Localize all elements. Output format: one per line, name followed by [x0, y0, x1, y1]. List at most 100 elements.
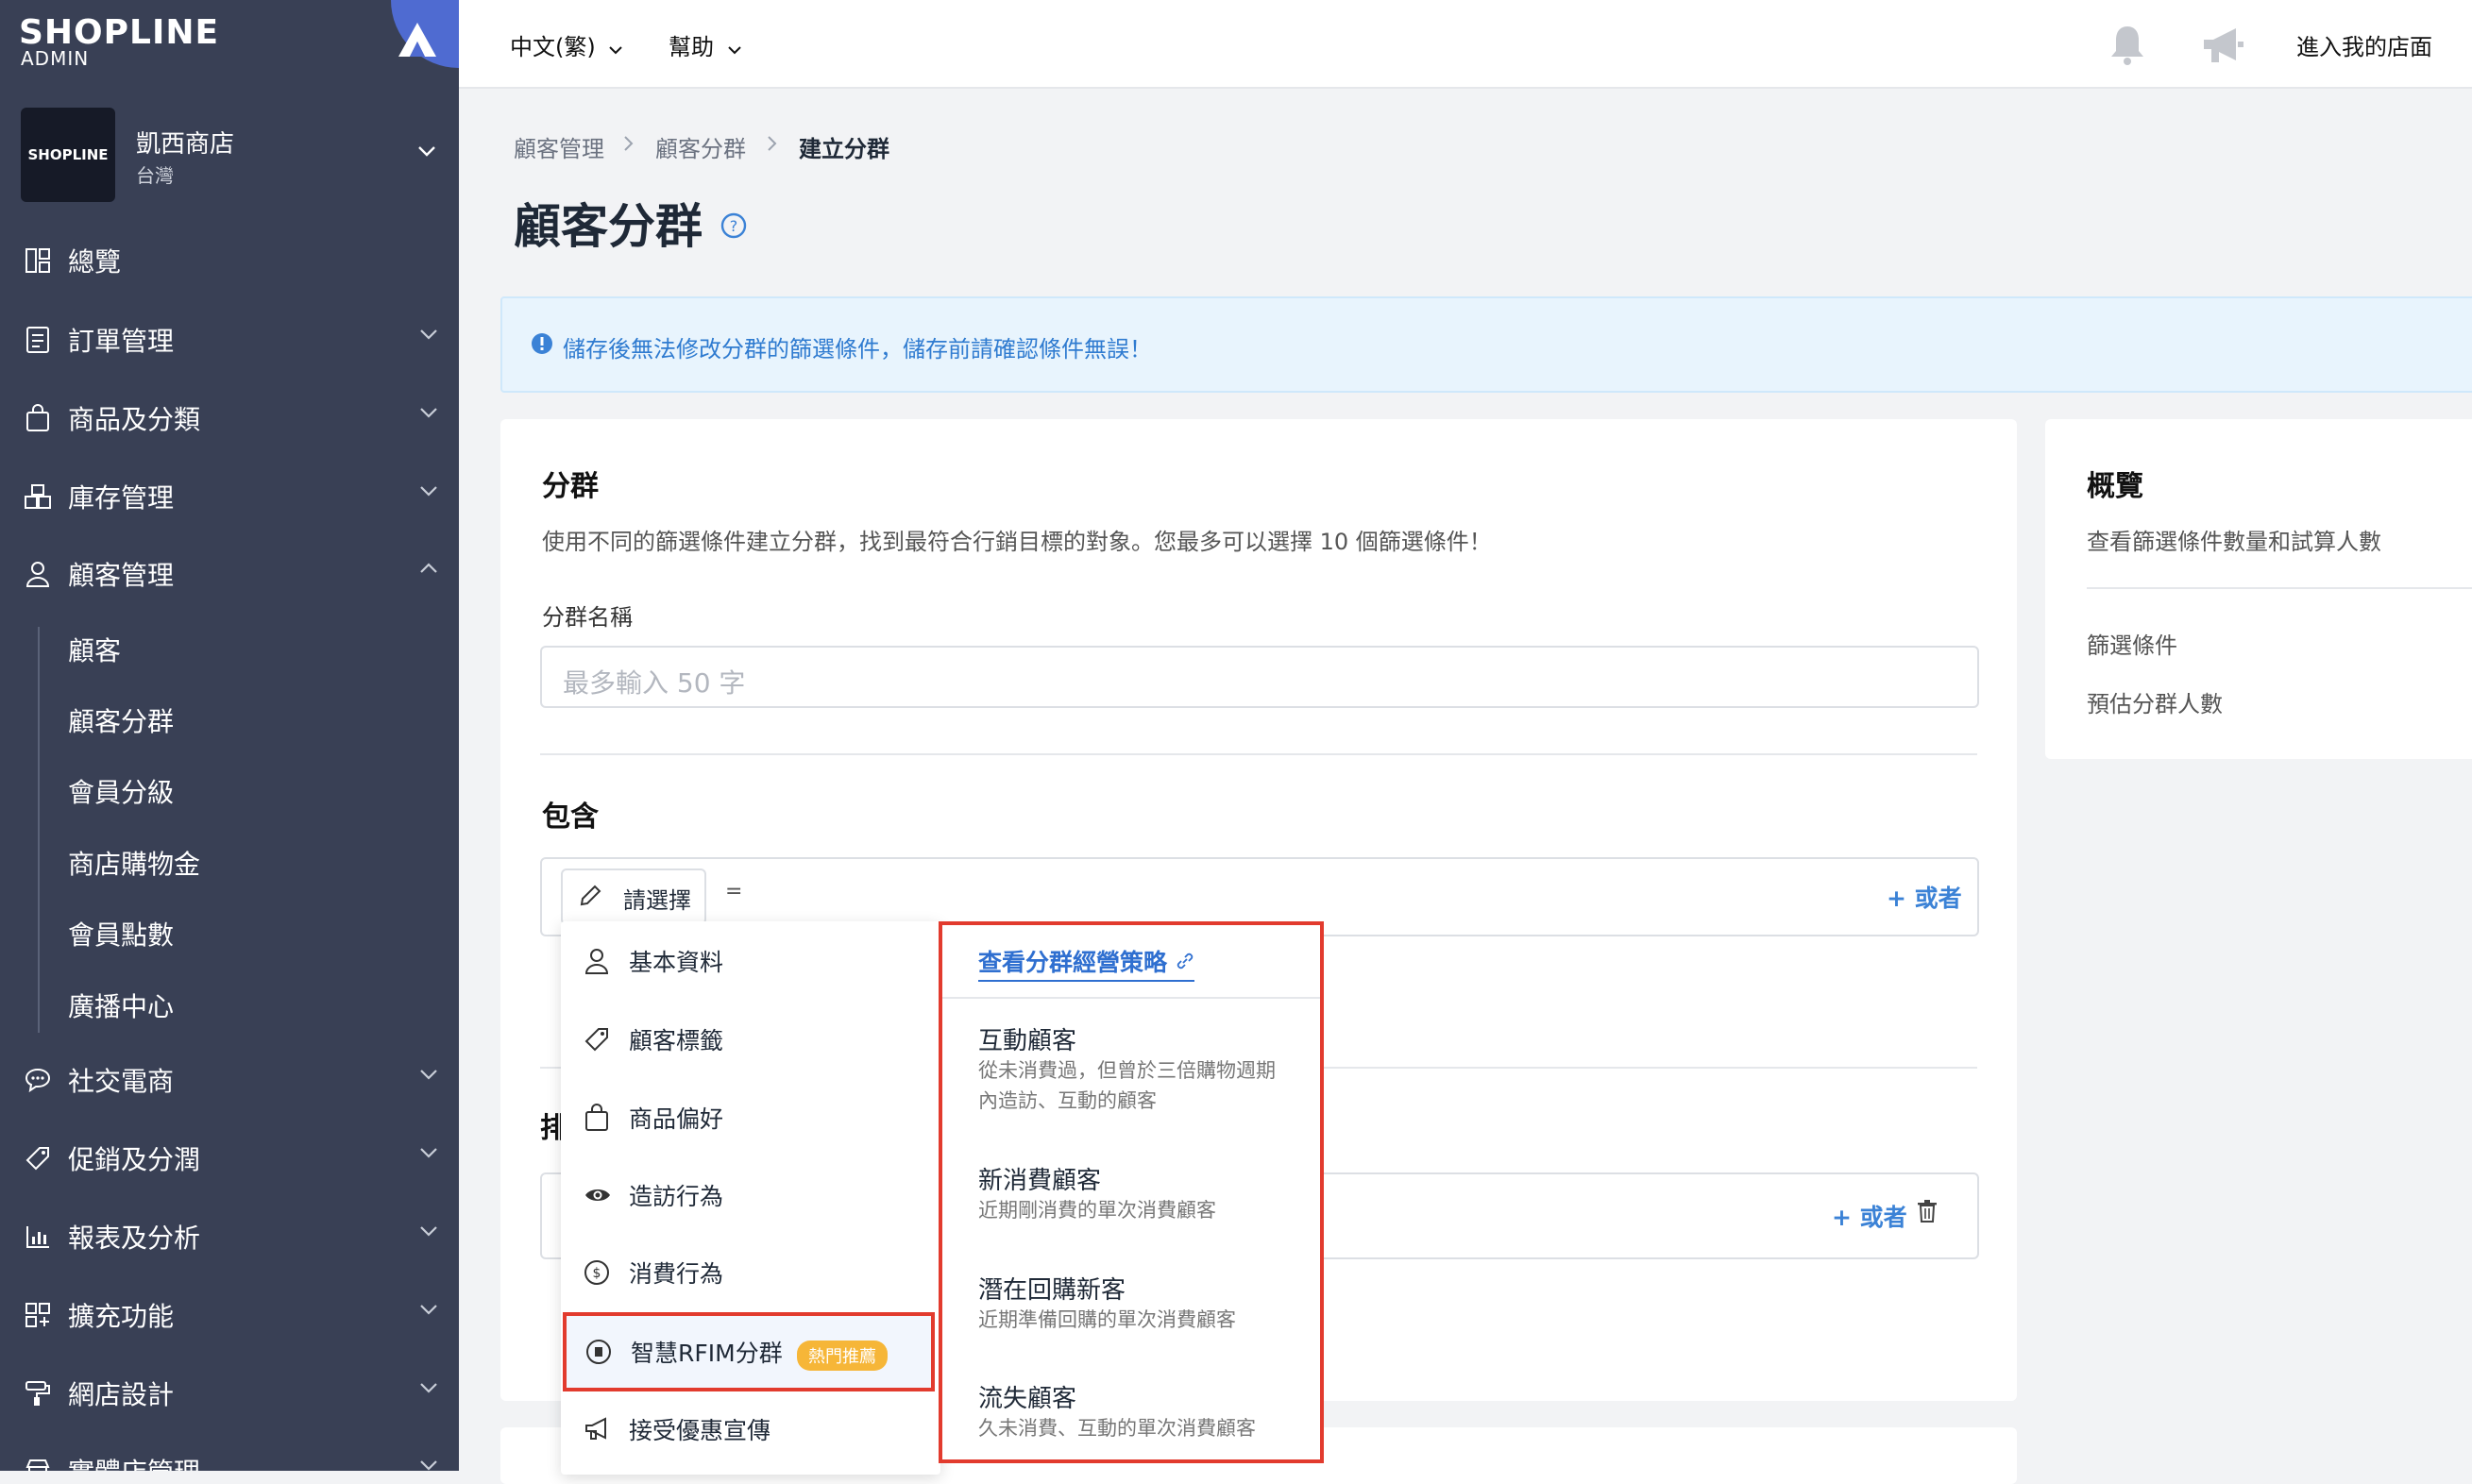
sidebar-item-label: 商品及分類 [68, 404, 201, 435]
breadcrumb-customer-management[interactable]: 顧客管理 [514, 130, 604, 163]
dropdown-item-label: 顧客標籤 [629, 1027, 724, 1054]
link-icon [1177, 953, 1193, 970]
breadcrumb-customer-segments[interactable]: 顧客分群 [655, 130, 746, 163]
order-icon [23, 325, 53, 355]
paint-roller-icon [23, 1378, 53, 1408]
segment-name-field[interactable]: 最多輸入 50 字 [540, 646, 1979, 708]
sidebar-item-social-commerce[interactable]: 社交電商 [0, 1052, 459, 1108]
sidebar-item-label: 訂單管理 [68, 326, 175, 357]
enter-store-link[interactable]: 進入我的店面 [2296, 28, 2432, 61]
sidebar-subitem-store-credits[interactable]: 商店購物金 [68, 844, 200, 882]
dropdown-item-customer-tags[interactable]: 顧客標籤 [561, 1002, 939, 1077]
chat-icon [23, 1065, 53, 1095]
chevron-down-icon [420, 408, 437, 418]
dropdown-item-basic-info[interactable]: 基本資料 [561, 923, 939, 999]
breadcrumb-current: 建立分群 [799, 136, 889, 162]
divider [942, 997, 1320, 999]
help-menu[interactable]: 幫助 [669, 28, 742, 61]
megaphone-icon [585, 1417, 606, 1440]
svg-text:$: $ [593, 1266, 601, 1281]
chevron-down-icon [609, 46, 623, 55]
bell-icon[interactable] [2108, 23, 2147, 66]
sidebar-subitem-member-points[interactable]: 會員點數 [68, 915, 174, 953]
dropdown-item-label: 基本資料 [629, 949, 724, 976]
sidebar-item-inventory[interactable]: 庫存管理 [0, 468, 459, 525]
megaphone-icon[interactable] [2200, 25, 2247, 66]
shopline-logo[interactable]: SHOPLINE [19, 13, 219, 52]
sidebar-item-dashboard[interactable]: 總覽 [0, 232, 459, 289]
sidebar-item-label: 庫存管理 [68, 482, 175, 514]
tag-icon [584, 1028, 608, 1052]
trash-icon[interactable] [1917, 1199, 1938, 1223]
language-menu[interactable]: 中文(繁) [510, 28, 623, 61]
sidebar-item-store-design[interactable]: 網店設計 [0, 1365, 459, 1422]
rfim-option-desc: 近期準備回購的單次消費顧客 [978, 1308, 1236, 1331]
sidebar-item-promotions[interactable]: 促銷及分潤 [0, 1130, 459, 1187]
sidebar-item-reports[interactable]: 報表及分析 [0, 1208, 459, 1265]
page-title: 顧客分群 [514, 199, 703, 254]
sidebar-item-label: 報表及分析 [68, 1223, 201, 1254]
segment-name-label: 分群名稱 [542, 604, 633, 631]
store-logo[interactable]: SHOPLINE [21, 108, 115, 202]
sidebar-item-customers[interactable]: 顧客管理 [0, 546, 459, 602]
sidebar-item-physical-store[interactable]: 實體店管理 [0, 1442, 459, 1471]
overview-heading: 概覽 [2087, 470, 2143, 503]
help-label: 幫助 [669, 34, 714, 60]
pencil-icon [580, 885, 601, 906]
sidebar-item-orders[interactable]: 訂單管理 [0, 312, 459, 368]
rfim-option-title: 新消費顧客 [978, 1167, 1102, 1195]
inventory-icon [23, 481, 53, 512]
top-bar: 中文(繁) 幫助 進入我的店面 [459, 0, 2472, 89]
alert-text: 儲存後無法修改分群的篩選條件，儲存前請確認條件無誤！ [563, 336, 1152, 363]
sidebar-subitem-broadcast-center[interactable]: 廣播中心 [68, 987, 174, 1024]
chevron-right-icon [768, 136, 777, 151]
sidebar-item-apps[interactable]: 擴充功能 [0, 1287, 459, 1343]
admin-label: ADMIN [21, 47, 90, 70]
hot-badge: 熱門推薦 [797, 1341, 888, 1371]
dropdown-item-label: 智慧RFIM分群 [631, 1340, 783, 1367]
chevron-down-icon [420, 1226, 437, 1237]
chevron-down-icon [420, 1070, 437, 1080]
segment-heading: 分群 [542, 470, 599, 503]
chevron-up-icon [420, 563, 437, 573]
segment-strategy-link[interactable]: 查看分群經營策略 [978, 944, 1194, 982]
sidebar-item-label: 總覽 [68, 246, 122, 278]
sidebar-item-products[interactable]: 商品及分類 [0, 390, 459, 447]
chevron-right-icon [624, 136, 634, 151]
apps-icon [23, 1300, 53, 1330]
eye-icon [585, 1189, 610, 1201]
select-condition-button[interactable]: 請選擇 [561, 868, 706, 925]
overview-estimate-label: 預估分群人數 [2087, 691, 2223, 717]
rfim-option-desc: 從未消費過，但曾於三倍購物週期 [978, 1059, 1276, 1082]
sidebar-subitem-customers[interactable]: 顧客 [68, 631, 121, 668]
rfim-option-desc: 久未消費、互動的單次消費顧客 [978, 1417, 1256, 1440]
dropdown-item-product-preference[interactable]: 商品偏好 [561, 1080, 939, 1155]
equals-sign: = [725, 880, 743, 903]
select-condition-label: 請選擇 [623, 887, 691, 914]
dropdown-item-visit-behavior[interactable]: 造訪行為 [561, 1157, 939, 1233]
sidebar-subitem-customer-segments[interactable]: 顧客分群 [68, 701, 174, 739]
rfim-option-title: 潛在回購新客 [978, 1276, 1126, 1305]
chevron-down-icon[interactable] [417, 145, 436, 157]
overview-description: 查看篩選條件數量和試算人數 [2087, 529, 2381, 555]
dropdown-item-label: 接受優惠宣傳 [629, 1417, 771, 1444]
segment-name-placeholder: 最多輸入 50 字 [563, 667, 746, 699]
add-or-button[interactable]: + 或者 [1887, 880, 1962, 914]
chevron-down-icon [420, 486, 437, 497]
add-or-button[interactable]: + 或者 [1832, 1199, 1907, 1233]
dropdown-item-promotion-opt-in[interactable]: 接受優惠宣傳 [561, 1391, 939, 1467]
svg-text:?: ? [730, 217, 738, 235]
divider [2087, 587, 2472, 589]
shopline-corner-badge[interactable] [391, 0, 459, 68]
info-icon [532, 333, 552, 354]
dropdown-item-purchase-behavior[interactable]: $ 消費行為 [561, 1235, 939, 1310]
mountain-icon [398, 23, 436, 57]
chevron-down-icon [420, 1460, 437, 1471]
help-circle-icon[interactable]: ? [720, 211, 748, 240]
rfim-option-title: 流失顧客 [978, 1385, 1077, 1413]
dropdown-item-rfim-segment[interactable]: 智慧RFIM分群 熱門推薦 [563, 1312, 935, 1391]
sidebar-item-label: 社交電商 [68, 1066, 175, 1097]
rfim-option-desc: 近期剛消費的單次消費顧客 [978, 1199, 1216, 1222]
store-name[interactable]: 凱西商店 [136, 125, 234, 160]
sidebar-subitem-membership-tiers[interactable]: 會員分級 [68, 772, 174, 810]
